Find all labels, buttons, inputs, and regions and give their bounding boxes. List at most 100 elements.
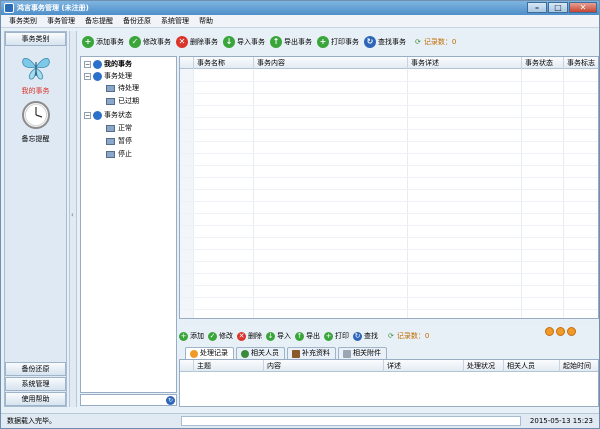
window-controls: – □ ✕ [527,2,597,13]
detail-edit-button[interactable]: ✓ 修改 [208,331,233,341]
grid-row-line [180,273,598,274]
pager-last-icon[interactable] [567,327,576,336]
col-handling[interactable]: 处理状况 [464,360,504,372]
check-icon: ✓ [129,36,141,48]
close-button[interactable]: ✕ [569,2,597,13]
detail-record-count: ⟳ 记录数：0 [388,331,429,341]
menu-help[interactable]: 帮助 [194,15,218,27]
col-subject[interactable]: 主题 [194,360,264,372]
col-body[interactable]: 内容 [264,360,384,372]
delete-affair-button[interactable]: ✕ 删除事务 [176,36,218,48]
col-name[interactable]: 事务名称 [194,57,254,69]
book-icon [106,85,115,92]
pager-prev-icon[interactable] [545,327,554,336]
menu-bar: 事务类别 事务管理 备忘提醒 备份还原 系统管理 帮助 [1,15,599,28]
help-button[interactable]: 使用帮助 [5,392,66,406]
detail-add-button[interactable]: + 添加 [179,331,204,341]
menu-category[interactable]: 事务类别 [4,15,42,27]
tree-leaf-stopped[interactable]: 停止 [106,149,132,160]
pager-next-icon[interactable] [556,327,565,336]
globe-icon [93,111,102,120]
tree-leaf-paused[interactable]: 暂停 [106,136,132,147]
app-window: 鸿言事务管理 (未注册) – □ ✕ 事务类别 事务管理 备忘提醒 备份还原 系… [0,0,600,429]
tree-node-label: 事务状态 [104,111,132,119]
pager [545,327,576,336]
import-affair-button[interactable]: ↓ 导入事务 [223,36,265,48]
menu-system[interactable]: 系统管理 [156,15,194,27]
delete-icon: ✕ [237,331,246,341]
splitter[interactable]: ‹ [69,31,77,407]
col-content[interactable]: 事务内容 [254,57,408,69]
expand-toggle-icon[interactable]: − [84,112,91,119]
add-affair-button[interactable]: + 添加事务 [82,36,124,48]
tree-node-status[interactable]: − 事务状态 [84,110,132,121]
record-icon [190,349,198,358]
col-status[interactable]: 事务状态 [522,57,564,69]
detail-print-button[interactable]: + 打印 [324,331,349,341]
expand-toggle-icon[interactable]: − [84,73,91,80]
detail-export-button[interactable]: ↑ 导出 [295,331,320,341]
menu-affairs[interactable]: 事务管理 [42,15,80,27]
tab-related-people[interactable]: 相关人员 [236,347,285,359]
nav-reminder[interactable]: 备忘提醒 [5,98,66,144]
maximize-button[interactable]: □ [548,2,568,13]
horizontal-scrollbar[interactable] [179,321,599,325]
tree-leaf-normal[interactable]: 正常 [106,123,132,134]
tree-leaf-pending[interactable]: 待处理 [106,83,139,94]
status-datetime: 2015-05-13 15:23 [529,417,593,425]
nav-my-affairs[interactable]: 我的事务 [5,50,66,96]
backup-button[interactable]: 备份还原 [5,362,66,376]
grid-row-line [180,285,598,286]
search-go-icon[interactable]: ↻ [166,396,175,405]
grid-column [194,69,254,318]
tree-search-input[interactable]: ↻ [80,394,177,406]
tree-node-process[interactable]: − 事务处理 [84,71,132,82]
grid-row-line [180,213,598,214]
col-desc[interactable]: 详述 [384,360,464,372]
collapse-arrow-icon[interactable]: ‹ [71,211,74,219]
globe-icon [93,72,102,81]
add-icon: + [82,36,94,48]
minimize-button[interactable]: – [527,2,547,13]
title-bar: 鸿言事务管理 (未注册) – □ ✕ [1,1,599,15]
detail-import-button[interactable]: ↓ 导入 [266,331,291,341]
system-button[interactable]: 系统管理 [5,377,66,391]
tab-attachments[interactable]: 相关附件 [338,347,387,359]
find-affair-button[interactable]: ↻ 查找事务 [364,36,406,48]
nav-reminder-label: 备忘提醒 [21,135,50,143]
tree-root[interactable]: − 我的事务 [84,59,132,70]
globe-icon [93,60,102,69]
butterfly-icon [21,57,50,80]
export-affair-button[interactable]: ↑ 导出事务 [270,36,312,48]
grid-row-line [180,261,598,262]
row-header-column [180,69,194,318]
tab-supplement[interactable]: 补充资料 [287,347,336,359]
tree-leaf-expired[interactable]: 已过期 [106,96,139,107]
detail-find-button[interactable]: ↻ 查找 [353,331,378,341]
edit-affair-button[interactable]: ✓ 修改事务 [129,36,171,48]
print-affair-label: 打印事务 [331,38,359,46]
tab-label: 相关附件 [353,349,381,357]
find-affair-label: 查找事务 [378,38,406,46]
grid-row-line [180,309,598,310]
print-affair-button[interactable]: + 打印事务 [317,36,359,48]
menu-backup[interactable]: 备份还原 [118,15,156,27]
row-header-cell [180,57,194,69]
grid-row-line [180,117,598,118]
people-icon [241,349,249,358]
tab-process-records[interactable]: 处理记录 [185,347,234,359]
col-start-time[interactable]: 起始时间 [560,360,598,372]
record-count: ⟳ 记录数：0 [415,37,456,47]
menu-reminder[interactable]: 备忘提醒 [80,15,118,27]
detail-add-label: 添加 [190,332,204,340]
detail-delete-button[interactable]: ✕ 删除 [237,331,262,341]
col-people[interactable]: 相关人员 [504,360,560,372]
expand-toggle-icon[interactable]: − [84,61,91,68]
export-affair-label: 导出事务 [284,38,312,46]
tree-leaf-label: 停止 [118,150,132,158]
col-detail[interactable]: 事务详述 [408,57,522,69]
window-title: 鸿言事务管理 (未注册) [17,4,89,12]
attachment-icon [343,349,351,358]
col-flag[interactable]: 事务标志 [564,57,598,69]
category-header-button[interactable]: 事务类别 [5,32,66,46]
